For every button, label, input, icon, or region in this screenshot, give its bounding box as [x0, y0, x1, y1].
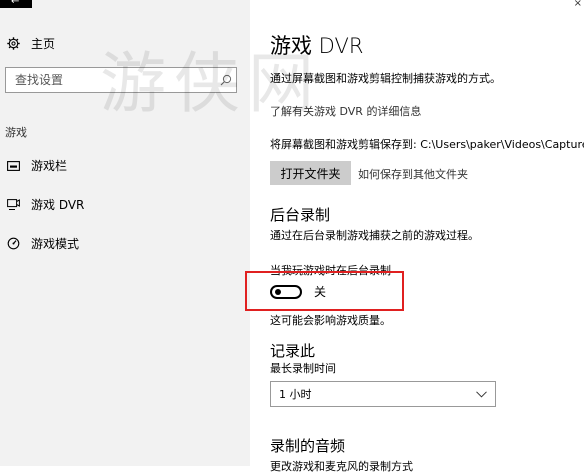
how-save-link[interactable]: 如何保存到其他文件夹: [358, 166, 468, 182]
save-path-text: 将屏幕截图和游戏剪辑保存到: C:\Users\paker\Videos\Cap…: [270, 138, 584, 151]
sidebar-item-home[interactable]: 主页: [0, 35, 55, 52]
audio-description: 更改游戏和麦克风的录制方式: [270, 460, 413, 473]
page-title: 游戏 DVR: [270, 34, 364, 58]
learn-more-link[interactable]: 了解有关游戏 DVR 的详细信息: [270, 103, 421, 119]
sidebar-item-game-dvr[interactable]: 游戏 DVR: [0, 196, 84, 213]
section-label: 游戏: [5, 126, 27, 139]
sidebar-item-label: 游戏模式: [31, 237, 80, 251]
dropdown-value: 1 小时: [279, 388, 312, 401]
chevron-down-icon: [476, 388, 487, 401]
sidebar-item-game-bar[interactable]: 游戏栏: [0, 157, 67, 174]
game-mode-icon: [6, 237, 20, 251]
sidebar: 主页 游戏 游戏栏 游戏 DVR 游戏模式: [0, 0, 250, 466]
sidebar-item-label: 主页: [31, 37, 56, 51]
gear-icon: [6, 37, 20, 51]
background-recording-heading: 后台录制: [270, 206, 331, 224]
record-this-heading: 记录此: [270, 342, 316, 360]
open-folder-button[interactable]: 打开文件夹: [270, 161, 351, 185]
max-time-dropdown[interactable]: 1 小时: [270, 381, 496, 407]
audio-heading: 录制的音频: [270, 437, 346, 455]
search-field[interactable]: [5, 67, 237, 93]
quality-note: 这可能会影响游戏质量。: [270, 314, 391, 327]
page-description: 通过屏幕截图和游戏剪辑控制捕获游戏的方式。: [270, 72, 501, 85]
game-dvr-icon: [6, 198, 20, 212]
game-bar-icon: [6, 159, 20, 173]
background-recording-description: 通过在后台录制游戏捕获之前的游戏过程。: [270, 229, 479, 242]
sidebar-item-label: 游戏 DVR: [31, 198, 85, 212]
search-icon[interactable]: [216, 74, 236, 86]
main-content: 游戏 DVR 通过屏幕截图和游戏剪辑控制捕获游戏的方式。 了解有关游戏 DVR …: [270, 0, 584, 473]
sidebar-item-game-mode[interactable]: 游戏模式: [0, 235, 79, 252]
max-time-label: 最长录制时间: [270, 362, 336, 375]
search-input[interactable]: [6, 72, 216, 88]
back-button[interactable]: ←: [0, 0, 32, 8]
highlight-box: [245, 271, 404, 311]
sidebar-item-label: 游戏栏: [31, 159, 68, 173]
back-arrow-icon: ←: [11, 0, 20, 7]
